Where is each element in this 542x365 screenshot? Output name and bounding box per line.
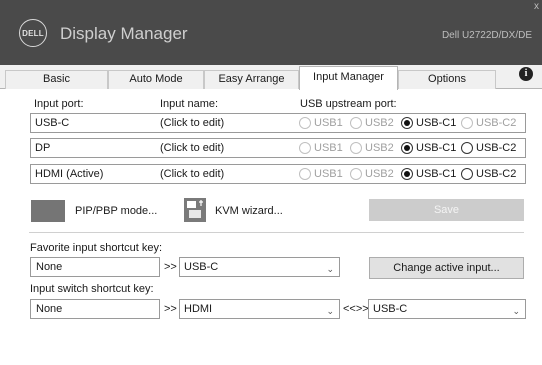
swap-label: <<>> xyxy=(343,303,369,315)
switch-shortcut-key-field[interactable]: None xyxy=(30,299,160,319)
favorite-shortcut-label: Favorite input shortcut key: xyxy=(30,242,163,254)
change-active-input-button[interactable]: Change active input... xyxy=(369,257,524,279)
logo-text: DELL xyxy=(22,28,44,38)
tab-options[interactable]: Options xyxy=(398,70,496,89)
select-value: USB-C xyxy=(184,261,219,273)
radio-usb-c2[interactable]: USB-C2 xyxy=(461,168,516,180)
title-bar: DELL Display Manager Dell U2722D/DX/DE x xyxy=(0,0,542,65)
close-icon[interactable]: x xyxy=(534,2,539,12)
radio-usb1: USB1 xyxy=(299,142,343,154)
arrow-label: >> xyxy=(164,303,177,315)
radio-usb-c2: USB-C2 xyxy=(461,117,516,129)
kvm-icon[interactable] xyxy=(183,197,207,223)
radio-usb1: USB1 xyxy=(299,117,343,129)
chevron-down-icon: ⌄ xyxy=(326,306,334,316)
tab-easy-arrange[interactable]: Easy Arrange xyxy=(204,70,299,89)
kvm-wizard-link[interactable]: KVM wizard... xyxy=(215,205,283,217)
tab-input-manager[interactable]: Input Manager xyxy=(299,66,398,90)
switch-input-a-select[interactable]: HDMI ⌄ xyxy=(179,299,340,319)
radio-usb-c1[interactable]: USB-C1 xyxy=(401,142,456,154)
divider xyxy=(29,232,524,233)
header-usb-upstream: USB upstream port: xyxy=(300,98,397,110)
tab-auto-mode[interactable]: Auto Mode xyxy=(108,70,204,89)
switch-shortcut-label: Input switch shortcut key: xyxy=(30,283,154,295)
info-icon[interactable]: i xyxy=(519,67,533,81)
pip-pbp-mode-link[interactable]: PIP/PBP mode... xyxy=(75,205,157,217)
monitor-model: Dell U2722D/DX/DE xyxy=(441,30,532,41)
pip-pbp-icon[interactable] xyxy=(31,200,65,222)
input-port-cell: HDMI (Active) xyxy=(35,168,104,180)
select-value: HDMI xyxy=(184,303,213,315)
radio-usb1: USB1 xyxy=(299,168,343,180)
input-name-edit[interactable]: (Click to edit) xyxy=(160,168,224,180)
input-name-edit[interactable]: (Click to edit) xyxy=(160,142,224,154)
select-value: USB-C xyxy=(373,303,408,315)
radio-usb2: USB2 xyxy=(350,117,394,129)
input-name-edit[interactable]: (Click to edit) xyxy=(160,117,224,129)
dell-logo-icon: DELL xyxy=(19,19,47,47)
favorite-input-select[interactable]: USB-C ⌄ xyxy=(179,257,340,277)
radio-usb2: USB2 xyxy=(350,168,394,180)
radio-usb-c2[interactable]: USB-C2 xyxy=(461,142,516,154)
radio-usb-c1[interactable]: USB-C1 xyxy=(401,168,456,180)
input-port-cell: DP xyxy=(35,142,51,154)
favorite-shortcut-key-field[interactable]: None xyxy=(30,257,160,277)
radio-usb2: USB2 xyxy=(350,142,394,154)
chevron-down-icon: ⌄ xyxy=(326,264,334,274)
save-button[interactable]: Save xyxy=(369,199,524,221)
radio-usb-c1[interactable]: USB-C1 xyxy=(401,117,456,129)
chevron-down-icon: ⌄ xyxy=(512,306,520,316)
header-input-port: Input port: xyxy=(34,98,84,110)
tab-basic[interactable]: Basic xyxy=(5,70,108,89)
input-port-cell: USB-C xyxy=(35,117,70,129)
switch-input-b-select[interactable]: USB-C ⌄ xyxy=(368,299,526,319)
arrow-label: >> xyxy=(164,261,177,273)
header-input-name: Input name: xyxy=(160,98,219,110)
app-title: Display Manager xyxy=(60,24,188,43)
